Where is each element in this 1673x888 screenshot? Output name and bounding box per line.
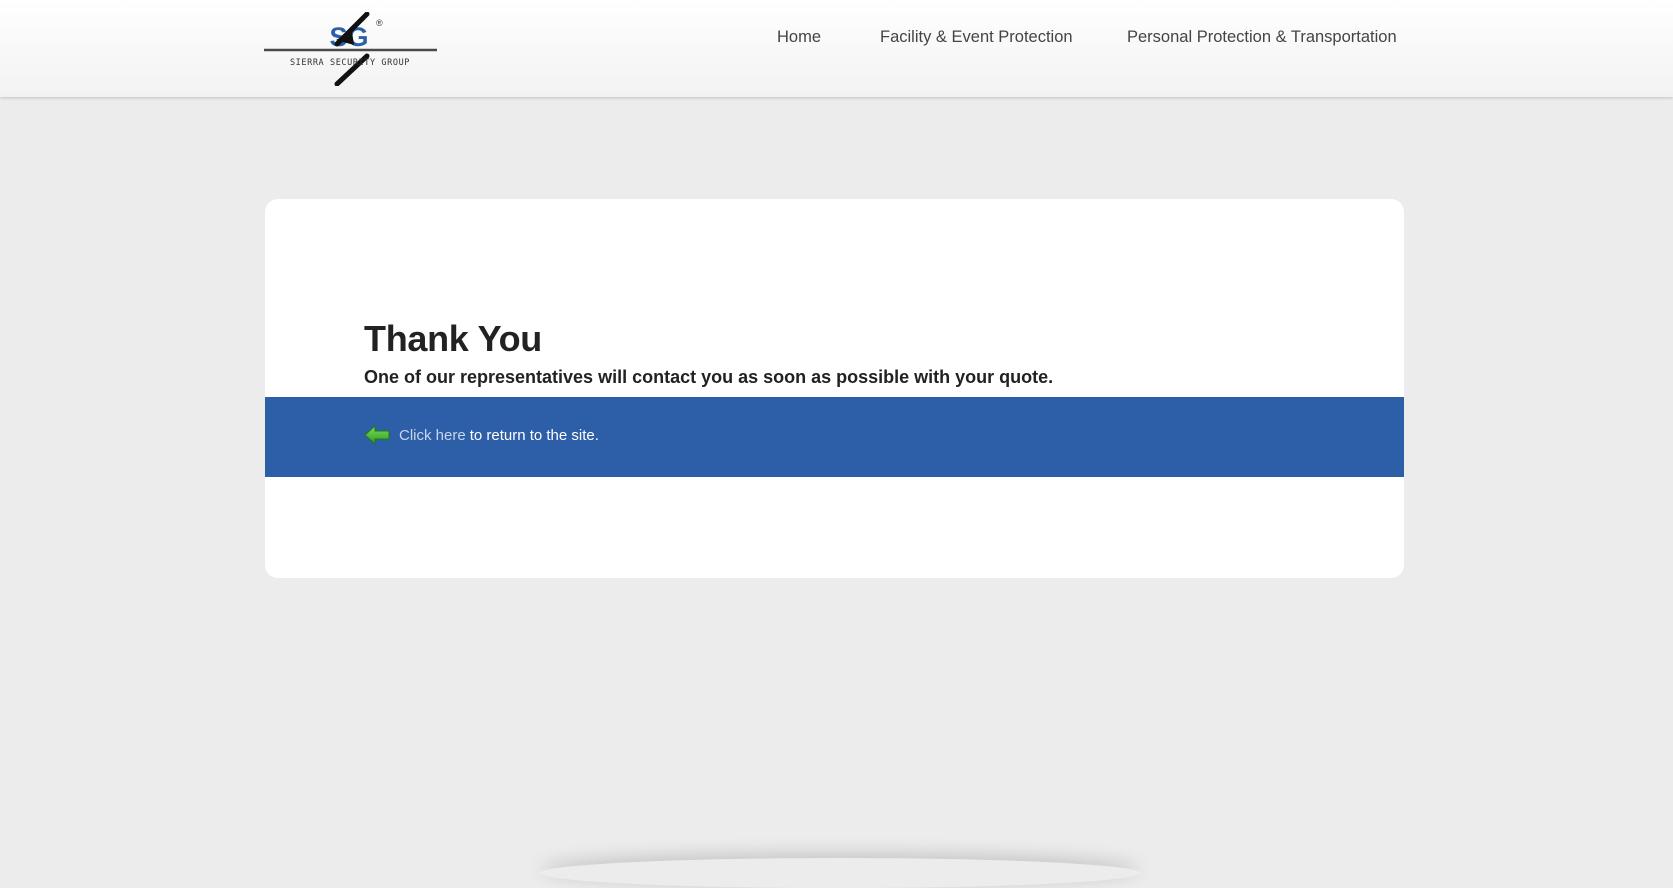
svg-text:®: ® xyxy=(376,18,383,28)
return-row: Click here to return to the site. xyxy=(364,423,599,447)
nav-facility-event-protection[interactable]: Facility & Event Protection xyxy=(880,28,1073,50)
page-title: Thank You xyxy=(364,318,542,359)
confirmation-message: One of our representatives will contact … xyxy=(364,367,1054,387)
confirmation-card: Thank You One of our representatives wil… xyxy=(265,199,1404,578)
return-text: to return to the site. xyxy=(469,426,599,444)
return-link[interactable]: Click here xyxy=(399,427,466,444)
svg-text:SIERRA SECURITY GROUP: SIERRA SECURITY GROUP xyxy=(290,58,410,68)
site-header: SG ® SIERRA SECURITY GROUP Home Facility… xyxy=(0,0,1673,97)
return-banner: Click here to return to the site. xyxy=(265,397,1404,477)
logo-graphic: SG ® SIERRA SECURITY GROUP xyxy=(264,12,437,86)
nav-personal-protection-transportation[interactable]: Personal Protection & Transportation xyxy=(1127,28,1397,50)
nav-home[interactable]: Home xyxy=(777,28,821,50)
company-logo[interactable]: SG ® SIERRA SECURITY GROUP xyxy=(264,12,437,86)
footer-shadow xyxy=(540,858,1140,888)
arrow-left-icon[interactable] xyxy=(364,424,390,446)
